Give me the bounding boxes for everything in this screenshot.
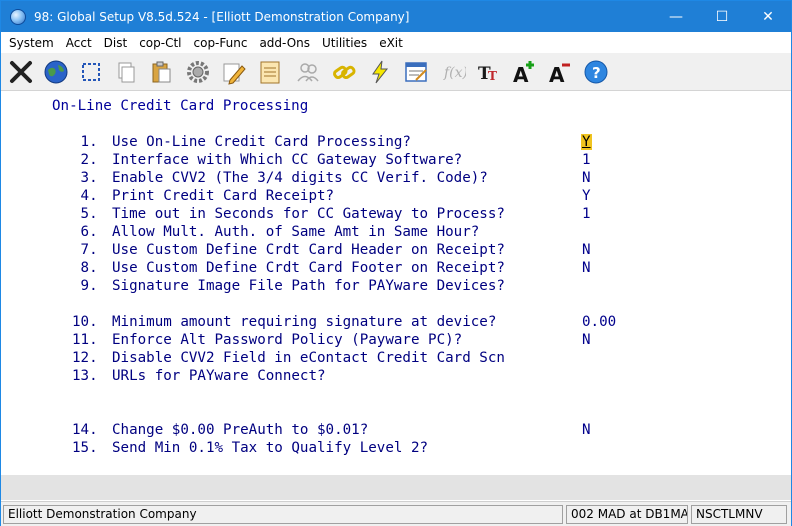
menu-system[interactable]: System bbox=[3, 36, 60, 50]
svg-text:T: T bbox=[488, 69, 497, 83]
globe-icon[interactable] bbox=[39, 56, 72, 87]
window-title: 98: Global Setup V8.5d.524 - [Elliott De… bbox=[34, 9, 410, 24]
menu-cop-ctl[interactable]: cop-Ctl bbox=[133, 36, 187, 50]
status-program: NSCTLMNV bbox=[691, 505, 787, 524]
lightning-icon[interactable] bbox=[363, 56, 396, 87]
text-style-icon[interactable]: TT bbox=[471, 56, 504, 87]
field-11-label: Enforce Alt Password Policy (Payware PC)… bbox=[112, 332, 463, 348]
field-13-label: URLs for PAYware Connect? bbox=[112, 368, 326, 384]
svg-text:f(x): f(x) bbox=[443, 65, 466, 81]
font-increase-icon[interactable]: A bbox=[507, 56, 540, 87]
report-icon[interactable] bbox=[399, 56, 432, 87]
field-11-value[interactable]: N bbox=[582, 332, 591, 348]
menu-add-ons[interactable]: add-Ons bbox=[253, 36, 316, 50]
settings-icon[interactable] bbox=[181, 56, 214, 87]
help-icon[interactable]: ? bbox=[579, 56, 612, 87]
menu-dist[interactable]: Dist bbox=[98, 36, 134, 50]
field-5-label: Time out in Seconds for CC Gateway to Pr… bbox=[112, 206, 505, 222]
field-6-label: Allow Mult. Auth. of Same Amt in Same Ho… bbox=[112, 224, 480, 240]
maximize-button[interactable]: ☐ bbox=[699, 1, 745, 32]
field-5-num: 5. bbox=[72, 206, 98, 222]
select-icon[interactable] bbox=[74, 56, 107, 87]
paste-icon[interactable] bbox=[144, 56, 177, 87]
close-window-button[interactable]: ✕ bbox=[745, 1, 791, 32]
field-15-num: 15. bbox=[72, 440, 98, 456]
field-5-value[interactable]: 1 bbox=[582, 206, 591, 222]
menu-acct[interactable]: Acct bbox=[60, 36, 98, 50]
field-7-label: Use Custom Define Crdt Card Header on Re… bbox=[112, 242, 505, 258]
field-1-label: Use On-Line Credit Card Processing? bbox=[112, 134, 411, 150]
setup-screen: On-Line Credit Card Processing 1. Use On… bbox=[1, 92, 791, 475]
edit-icon[interactable] bbox=[217, 56, 250, 87]
field-4-value[interactable]: Y bbox=[582, 188, 591, 204]
field-8-value[interactable]: N bbox=[582, 260, 591, 276]
field-12-num: 12. bbox=[72, 350, 98, 366]
field-7-value[interactable]: N bbox=[582, 242, 591, 258]
toolbar: f(x) TT A A ? bbox=[1, 53, 791, 91]
field-3-label: Enable CVV2 (The 3/4 digits CC Verif. Co… bbox=[112, 170, 488, 186]
field-8-label: Use Custom Define Crdt Card Footer on Re… bbox=[112, 260, 505, 276]
field-3-value[interactable]: N bbox=[582, 170, 591, 186]
field-8-num: 8. bbox=[72, 260, 98, 276]
application-window: 98: Global Setup V8.5d.524 - [Elliott De… bbox=[0, 0, 792, 526]
field-10-num: 10. bbox=[72, 314, 98, 330]
field-7-num: 7. bbox=[72, 242, 98, 258]
status-company: Elliott Demonstration Company bbox=[3, 505, 563, 524]
field-14-num: 14. bbox=[72, 422, 98, 438]
status-database: 002 MAD at DB1MAD bbox=[566, 505, 688, 524]
field-2-num: 2. bbox=[72, 152, 98, 168]
field-9-label: Signature Image File Path for PAYware De… bbox=[112, 278, 505, 294]
field-9-num: 9. bbox=[72, 278, 98, 294]
menu-utilities[interactable]: Utilities bbox=[316, 36, 373, 50]
field-3-num: 3. bbox=[72, 170, 98, 186]
field-11-num: 11. bbox=[72, 332, 98, 348]
field-2-value[interactable]: 1 bbox=[582, 152, 591, 168]
font-decrease-icon[interactable]: A bbox=[543, 56, 576, 87]
field-15-label: Send Min 0.1% Tax to Qualify Level 2? bbox=[112, 440, 429, 456]
users-icon[interactable] bbox=[291, 56, 324, 87]
field-12-label: Disable CVV2 Field in eContact Credit Ca… bbox=[112, 350, 505, 366]
field-4-label: Print Credit Card Receipt? bbox=[112, 188, 335, 204]
field-1-num: 1. bbox=[72, 134, 98, 150]
minimize-button[interactable]: — bbox=[653, 1, 699, 32]
field-13-num: 13. bbox=[72, 368, 98, 384]
close-icon[interactable] bbox=[4, 56, 37, 87]
function-icon[interactable]: f(x) bbox=[435, 56, 468, 87]
svg-text:?: ? bbox=[592, 64, 601, 82]
menu-cop-func[interactable]: cop-Func bbox=[188, 36, 254, 50]
link-icon[interactable] bbox=[327, 56, 360, 87]
field-14-value[interactable]: N bbox=[582, 422, 591, 438]
menu-bar: System Acct Dist cop-Ctl cop-Func add-On… bbox=[1, 32, 791, 53]
field-6-num: 6. bbox=[72, 224, 98, 240]
notes-icon[interactable] bbox=[253, 56, 286, 87]
field-4-num: 4. bbox=[72, 188, 98, 204]
title-bar[interactable]: 98: Global Setup V8.5d.524 - [Elliott De… bbox=[1, 1, 791, 32]
field-14-label: Change $0.00 PreAuth to $0.01? bbox=[112, 422, 369, 438]
status-bar: Elliott Demonstration Company 002 MAD at… bbox=[1, 501, 791, 526]
field-10-label: Minimum amount requiring signature at de… bbox=[112, 314, 497, 330]
screen-heading: On-Line Credit Card Processing bbox=[52, 98, 309, 114]
copy-icon[interactable] bbox=[109, 56, 142, 87]
menu-exit[interactable]: eXit bbox=[373, 36, 409, 50]
field-2-label: Interface with Which CC Gateway Software… bbox=[112, 152, 463, 168]
message-line bbox=[1, 475, 791, 500]
app-icon bbox=[10, 8, 26, 25]
field-1-value[interactable]: Y bbox=[581, 134, 592, 150]
field-10-value[interactable]: 0.00 bbox=[582, 314, 616, 330]
